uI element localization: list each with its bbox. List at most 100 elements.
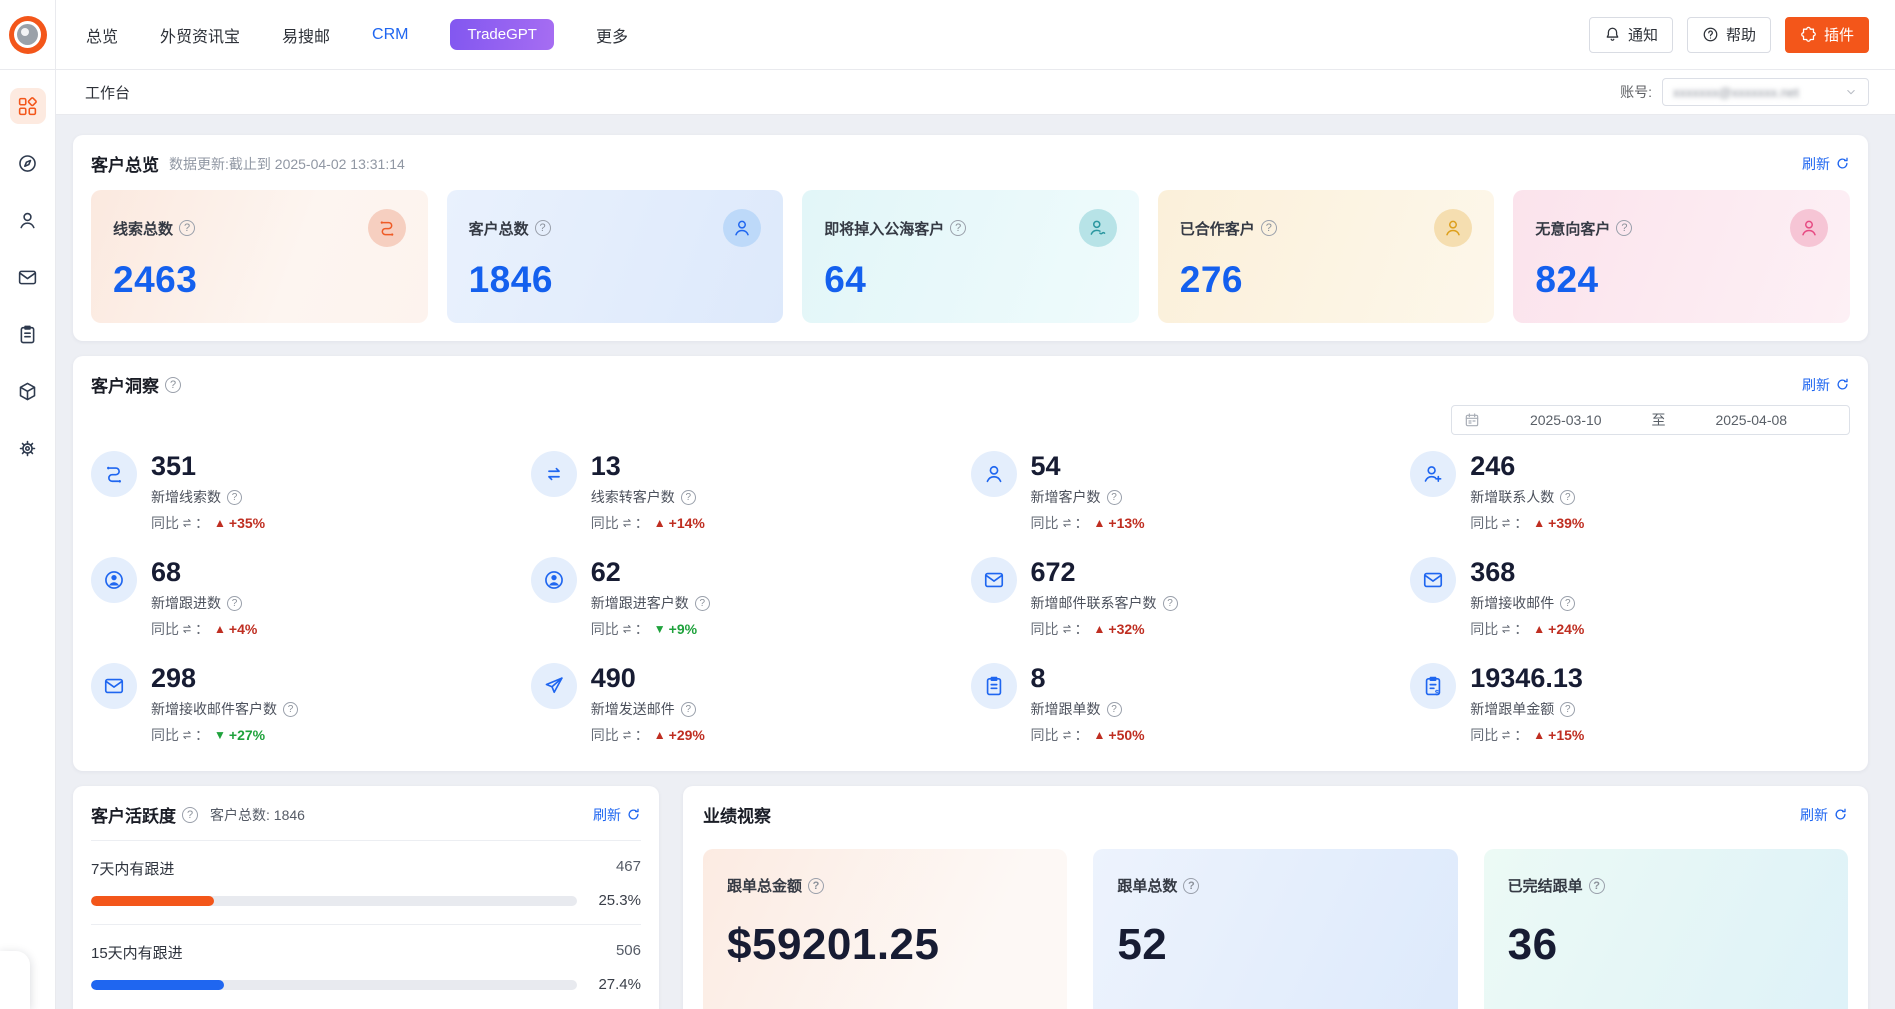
overview-card-public-pool[interactable]: 即将掉入公海客户 64 bbox=[802, 190, 1139, 323]
sidebar-item-explore[interactable] bbox=[10, 145, 46, 181]
nav-item-crm[interactable]: CRM bbox=[372, 26, 408, 44]
overview-refresh-button[interactable]: 刷新 bbox=[1802, 154, 1850, 174]
insight-stat-value: 351 bbox=[151, 451, 265, 480]
insight-stat[interactable]: 19346.13新增跟单金额同比：▲+15% bbox=[1410, 663, 1850, 745]
insight-stat[interactable]: 672新增邮件联系客户数同比：▲+32% bbox=[971, 557, 1411, 639]
help-icon[interactable] bbox=[1107, 490, 1122, 505]
insight-stat[interactable]: 54新增客户数同比：▲+13% bbox=[971, 451, 1411, 533]
bar-count: 467 bbox=[616, 858, 641, 879]
insight-stat-label: 新增跟进数 bbox=[151, 593, 221, 613]
delta-badge: ▲+13% bbox=[1094, 515, 1145, 531]
sidebar-item-customers[interactable] bbox=[10, 202, 46, 238]
insight-stat[interactable]: 351新增线索数同比：▲+35% bbox=[91, 451, 531, 533]
triangle-icon: ▼ bbox=[654, 622, 666, 636]
nav-item-mail-search[interactable]: 易搜邮 bbox=[282, 23, 330, 47]
delta-badge: ▼+27% bbox=[214, 727, 265, 743]
help-icon[interactable] bbox=[227, 490, 242, 505]
insight-stat-label: 线索转客户数 bbox=[591, 487, 675, 507]
nav-item-tradegpt[interactable]: TradeGPT bbox=[450, 19, 553, 50]
help-icon[interactable] bbox=[535, 220, 551, 236]
delta-badge: ▲+15% bbox=[1533, 727, 1584, 743]
help-icon[interactable] bbox=[1616, 220, 1632, 236]
account-label: 账号: bbox=[1620, 82, 1652, 102]
overview-card-leads[interactable]: 线索总数 2463 bbox=[91, 190, 428, 323]
help-icon[interactable] bbox=[681, 490, 696, 505]
insight-stat[interactable]: 368新增接收邮件同比：▲+24% bbox=[1410, 557, 1850, 639]
insight-refresh-button[interactable]: 刷新 bbox=[1802, 375, 1850, 395]
workbench-bar: 工作台 账号: xxxxxxx@xxxxxxx.net bbox=[56, 70, 1895, 115]
date-from[interactable]: 2025-03-10 bbox=[1480, 412, 1652, 428]
account-dropdown[interactable]: xxxxxxx@xxxxxxx.net bbox=[1662, 78, 1869, 106]
nav-item-more[interactable]: 更多 bbox=[596, 23, 628, 47]
performance-refresh-button[interactable]: 刷新 bbox=[1800, 805, 1848, 825]
help-icon[interactable] bbox=[808, 878, 824, 894]
insight-stat-value: 19346.13 bbox=[1470, 663, 1584, 692]
help-icon[interactable] bbox=[179, 220, 195, 236]
insight-stat-value: 54 bbox=[1031, 451, 1145, 480]
sidebar-item-products[interactable] bbox=[10, 373, 46, 409]
overview-card-cooperated[interactable]: 已合作客户 276 bbox=[1158, 190, 1495, 323]
sidebar-item-settings[interactable] bbox=[10, 430, 46, 466]
help-button[interactable]: 帮助 bbox=[1687, 17, 1771, 53]
insight-stat[interactable]: 68新增跟进数同比：▲+4% bbox=[91, 557, 531, 639]
card-label: 跟单总金额 bbox=[727, 875, 802, 896]
nav-item-trade-info[interactable]: 外贸资讯宝 bbox=[160, 23, 240, 47]
insight-stat[interactable]: 490新增发送邮件同比：▲+29% bbox=[531, 663, 971, 745]
insight-stat[interactable]: 62新增跟进客户数同比：▼+9% bbox=[531, 557, 971, 639]
activity-title: 客户活跃度 bbox=[91, 802, 176, 827]
triangle-icon: ▲ bbox=[214, 516, 226, 530]
performance-card-completed-orders[interactable]: 已完结跟单 36 bbox=[1484, 849, 1848, 1009]
compare-icon bbox=[1060, 516, 1074, 530]
insight-stat[interactable]: 246新增联系人数同比：▲+39% bbox=[1410, 451, 1850, 533]
nav-item-overview[interactable]: 总览 bbox=[86, 23, 118, 47]
activity-refresh-button[interactable]: 刷新 bbox=[593, 805, 641, 825]
overview-card-customers[interactable]: 客户总数 1846 bbox=[447, 190, 784, 323]
app-logo[interactable] bbox=[9, 16, 47, 54]
user-icon bbox=[723, 209, 761, 247]
insight-stat[interactable]: 298新增接收邮件客户数同比：▼+27% bbox=[91, 663, 531, 745]
sidebar-item-dashboard[interactable] bbox=[10, 88, 46, 124]
performance-card-total-amount[interactable]: 跟单总金额 $59201.25 bbox=[703, 849, 1067, 1009]
floating-widget[interactable] bbox=[0, 951, 30, 1009]
insight-stat-value: 490 bbox=[591, 663, 705, 692]
card-label: 客户总数 bbox=[469, 218, 529, 239]
insight-stat-value: 13 bbox=[591, 451, 705, 480]
insight-stat[interactable]: 13线索转客户数同比：▲+14% bbox=[531, 451, 971, 533]
plugin-button[interactable]: 插件 bbox=[1785, 17, 1869, 53]
sidebar-item-mail[interactable] bbox=[10, 259, 46, 295]
insight-stat-label: 新增联系人数 bbox=[1470, 487, 1554, 507]
performance-card-total-orders[interactable]: 跟单总数 52 bbox=[1093, 849, 1457, 1009]
triangle-icon: ▲ bbox=[1533, 728, 1545, 742]
help-icon[interactable] bbox=[1261, 220, 1277, 236]
notifications-button[interactable]: 通知 bbox=[1589, 17, 1673, 53]
help-icon[interactable] bbox=[1560, 702, 1575, 717]
card-value: 2463 bbox=[113, 259, 406, 301]
refresh-label: 刷新 bbox=[1800, 805, 1828, 825]
compare-icon bbox=[180, 516, 194, 530]
help-icon[interactable] bbox=[1560, 596, 1575, 611]
compare-icon bbox=[180, 728, 194, 742]
help-icon[interactable] bbox=[227, 596, 242, 611]
refresh-icon bbox=[626, 807, 641, 822]
help-icon[interactable] bbox=[1163, 596, 1178, 611]
help-icon[interactable] bbox=[1107, 702, 1122, 717]
help-icon[interactable] bbox=[695, 596, 710, 611]
insight-stat-label: 新增跟进客户数 bbox=[591, 593, 689, 613]
date-range-picker[interactable]: 2025-03-10 至 2025-04-08 bbox=[1451, 405, 1850, 435]
overview-card-no-intent[interactable]: 无意向客户 824 bbox=[1513, 190, 1850, 323]
help-icon[interactable] bbox=[681, 702, 696, 717]
delta-badge: ▲+35% bbox=[214, 515, 265, 531]
insight-stat[interactable]: 8新增跟单数同比：▲+50% bbox=[971, 663, 1411, 745]
sidebar-item-orders[interactable] bbox=[10, 316, 46, 352]
progress-track bbox=[91, 980, 577, 990]
help-icon[interactable] bbox=[950, 220, 966, 236]
help-icon[interactable] bbox=[1183, 878, 1199, 894]
help-icon[interactable] bbox=[1589, 878, 1605, 894]
date-to[interactable]: 2025-04-08 bbox=[1666, 412, 1838, 428]
help-icon[interactable] bbox=[1560, 490, 1575, 505]
route-icon bbox=[91, 451, 137, 497]
help-icon[interactable] bbox=[165, 377, 181, 393]
help-icon[interactable] bbox=[182, 807, 198, 823]
help-icon[interactable] bbox=[283, 702, 298, 717]
workbench-tab[interactable]: 工作台 bbox=[85, 82, 130, 103]
